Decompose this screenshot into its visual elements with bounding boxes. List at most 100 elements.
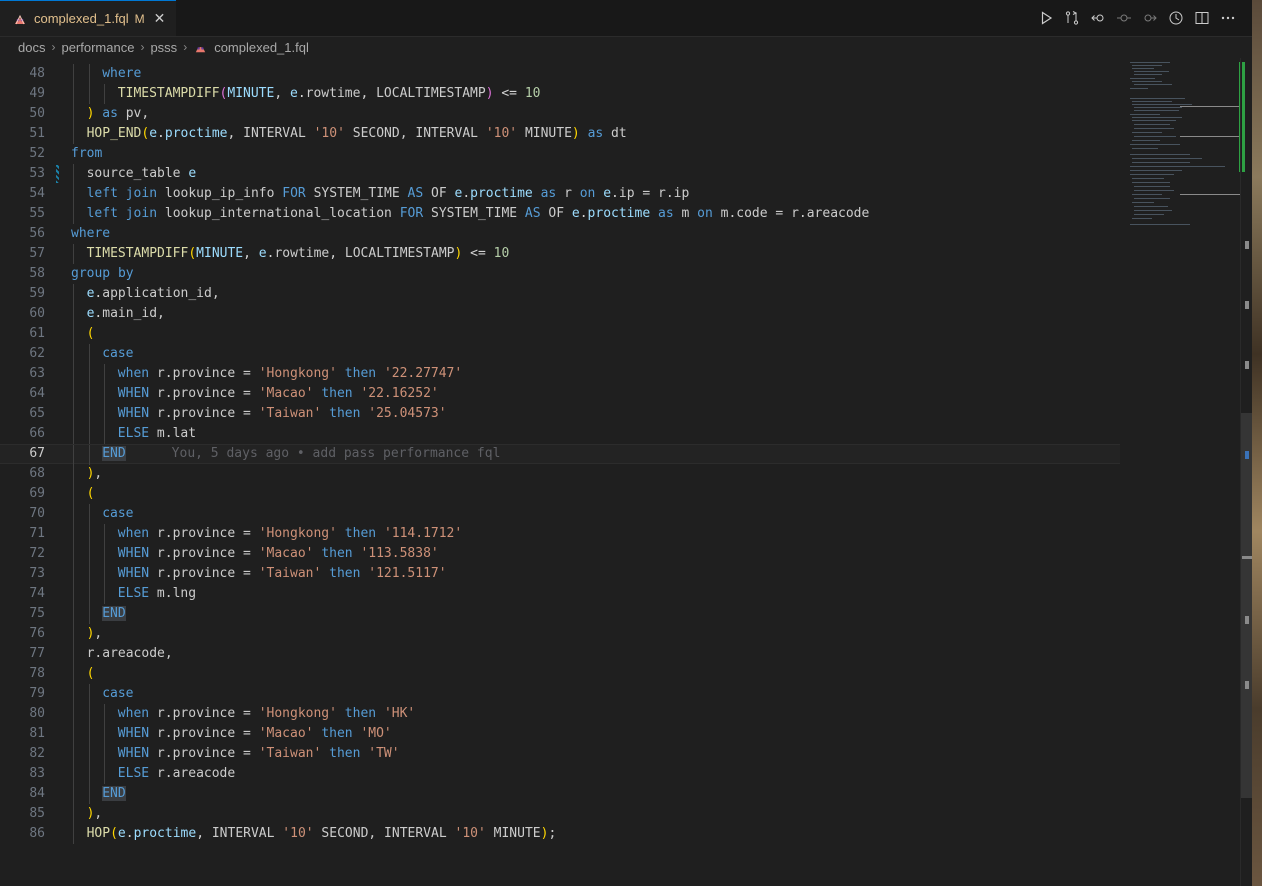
line-number[interactable]: 76 bbox=[0, 624, 45, 644]
code-line[interactable]: 49 TIMESTAMPDIFF(MINUTE, e.rowtime, LOCAL… bbox=[0, 84, 1120, 104]
line-number[interactable]: 57 bbox=[0, 244, 45, 264]
code-line[interactable]: 62 case bbox=[0, 344, 1120, 364]
breadcrumb-performance[interactable]: performance bbox=[61, 40, 134, 55]
code-line[interactable]: 59 e.application_id, bbox=[0, 284, 1120, 304]
code-line[interactable]: 75 END bbox=[0, 604, 1120, 624]
line-number[interactable]: 63 bbox=[0, 364, 45, 384]
code-line[interactable]: 72 WHEN r.province = 'Macao' then '113.58… bbox=[0, 544, 1120, 564]
code-line[interactable]: 68), bbox=[0, 464, 1120, 484]
breadcrumb-file[interactable]: complexed_1.fql bbox=[193, 40, 309, 55]
code-line[interactable]: 71 when r.province = 'Hongkong' then '114… bbox=[0, 524, 1120, 544]
line-number[interactable]: 74 bbox=[0, 584, 45, 604]
code-line[interactable]: 85), bbox=[0, 804, 1120, 824]
code-line[interactable]: 54 left join lookup_ip_info FOR SYSTEM_TI… bbox=[0, 184, 1120, 204]
breadcrumb-docs[interactable]: docs bbox=[18, 40, 45, 55]
code-line[interactable]: 65 WHEN r.province = 'Taiwan' then '25.04… bbox=[0, 404, 1120, 424]
line-number[interactable]: 71 bbox=[0, 524, 45, 544]
compare-changes-icon[interactable] bbox=[1062, 8, 1082, 28]
line-number[interactable]: 51 bbox=[0, 124, 45, 144]
line-number[interactable]: 78 bbox=[0, 664, 45, 684]
run-icon[interactable] bbox=[1036, 8, 1056, 28]
line-number[interactable]: 58 bbox=[0, 264, 45, 284]
code-line[interactable]: 48 where bbox=[0, 64, 1120, 84]
line-number[interactable]: 75 bbox=[0, 604, 45, 624]
go-to-commit-icon[interactable] bbox=[1114, 8, 1134, 28]
code-line[interactable]: 81 WHEN r.province = 'Macao' then 'MO' bbox=[0, 724, 1120, 744]
line-number[interactable]: 66 bbox=[0, 424, 45, 444]
indent-guide bbox=[73, 724, 74, 744]
line-number[interactable]: 84 bbox=[0, 784, 45, 804]
line-number[interactable]: 55 bbox=[0, 204, 45, 224]
code-line[interactable]: 55 left join lookup_international_locatio… bbox=[0, 204, 1120, 224]
code-line[interactable]: 69 ( bbox=[0, 484, 1120, 504]
go-forward-icon[interactable] bbox=[1140, 8, 1160, 28]
code-line[interactable]: 80 when r.province = 'Hongkong' then 'HK' bbox=[0, 704, 1120, 724]
code-line[interactable]: 57 TIMESTAMPDIFF(MINUTE, e.rowtime, LOCAL… bbox=[0, 244, 1120, 264]
code-line[interactable]: 67 END You, 5 days ago • add pass performa… bbox=[0, 444, 1120, 465]
line-number[interactable]: 72 bbox=[0, 544, 45, 564]
code-line[interactable]: 70 case bbox=[0, 504, 1120, 524]
code-line[interactable]: 78 ( bbox=[0, 664, 1120, 684]
line-number[interactable]: 50 bbox=[0, 104, 45, 124]
code-line[interactable]: 53 source_table e bbox=[0, 164, 1120, 184]
code-line[interactable]: 51 HOP_END(e.proctime, INTERVAL '10' SECO… bbox=[0, 124, 1120, 144]
code-line[interactable]: 64 WHEN r.province = 'Macao' then '22.162… bbox=[0, 384, 1120, 404]
line-number[interactable]: 77 bbox=[0, 644, 45, 664]
line-number[interactable]: 83 bbox=[0, 764, 45, 784]
code-editor[interactable]: 48 where 49 TIMESTAMPDIFF(MINUTE, e.rowtime… bbox=[0, 60, 1120, 886]
line-number[interactable]: 62 bbox=[0, 344, 45, 364]
code-line[interactable]: 60 e.main_id, bbox=[0, 304, 1120, 324]
git-modified-marker[interactable] bbox=[56, 165, 59, 183]
line-number[interactable]: 61 bbox=[0, 324, 45, 344]
line-number[interactable]: 49 bbox=[0, 84, 45, 104]
line-number[interactable]: 64 bbox=[0, 384, 45, 404]
code-line[interactable]: 61 ( bbox=[0, 324, 1120, 344]
code-line[interactable]: 82 WHEN r.province = 'Taiwan' then 'TW' bbox=[0, 744, 1120, 764]
more-actions-icon[interactable] bbox=[1218, 8, 1238, 28]
line-number[interactable]: 59 bbox=[0, 284, 45, 304]
indent-guide bbox=[88, 424, 90, 444]
code-line[interactable]: 50) as pv, bbox=[0, 104, 1120, 124]
code-line[interactable]: 79 case bbox=[0, 684, 1120, 704]
line-number[interactable]: 85 bbox=[0, 804, 45, 824]
indent-guide bbox=[73, 104, 74, 124]
code-line[interactable]: 83 ELSE r.areacode bbox=[0, 764, 1120, 784]
line-number[interactable]: 69 bbox=[0, 484, 45, 504]
minimap[interactable] bbox=[1120, 58, 1241, 238]
code-line[interactable]: 73 WHEN r.province = 'Taiwan' then '121.5… bbox=[0, 564, 1120, 584]
line-number[interactable]: 60 bbox=[0, 304, 45, 324]
code-line[interactable]: 56 where bbox=[0, 224, 1120, 244]
code-line[interactable]: 66 ELSE m.lat bbox=[0, 424, 1120, 444]
code-line[interactable]: 86 HOP(e.proctime, INTERVAL '10' SECOND, … bbox=[0, 824, 1120, 844]
line-number[interactable]: 65 bbox=[0, 404, 45, 424]
line-number[interactable]: 68 bbox=[0, 464, 45, 484]
code-token: '22.27747' bbox=[383, 366, 463, 381]
code-token: '22.16252' bbox=[360, 386, 439, 401]
code-line[interactable]: 76), bbox=[0, 624, 1120, 644]
close-icon[interactable]: ✕ bbox=[154, 10, 166, 27]
go-back-icon[interactable] bbox=[1088, 8, 1108, 28]
line-number[interactable]: 73 bbox=[0, 564, 45, 584]
line-number[interactable]: 67 bbox=[0, 445, 45, 463]
line-number[interactable]: 81 bbox=[0, 724, 45, 744]
code-line[interactable]: 52 from bbox=[0, 144, 1120, 164]
line-number[interactable]: 54 bbox=[0, 184, 45, 204]
code-line[interactable]: 63 when r.province = 'Hongkong' then '22.… bbox=[0, 364, 1120, 384]
editor-tab[interactable]: complexed_1.fql M ✕ bbox=[0, 0, 176, 36]
code-line[interactable]: 58 group by bbox=[0, 264, 1120, 284]
line-number[interactable]: 53 bbox=[0, 164, 45, 184]
line-number[interactable]: 48 bbox=[0, 64, 45, 84]
line-number[interactable]: 82 bbox=[0, 744, 45, 764]
timeline-icon[interactable] bbox=[1166, 8, 1186, 28]
line-number[interactable]: 79 bbox=[0, 684, 45, 704]
line-number[interactable]: 80 bbox=[0, 704, 45, 724]
code-line[interactable]: 84 END bbox=[0, 784, 1120, 804]
line-number[interactable]: 56 bbox=[0, 224, 45, 244]
line-number[interactable]: 52 bbox=[0, 144, 45, 164]
code-line[interactable]: 74 ELSE m.lng bbox=[0, 584, 1120, 604]
code-line[interactable]: 77 r.areacode, bbox=[0, 644, 1120, 664]
split-editor-icon[interactable] bbox=[1192, 8, 1212, 28]
breadcrumb-psss[interactable]: psss bbox=[150, 40, 177, 55]
line-number[interactable]: 86 bbox=[0, 824, 45, 844]
line-number[interactable]: 70 bbox=[0, 504, 45, 524]
